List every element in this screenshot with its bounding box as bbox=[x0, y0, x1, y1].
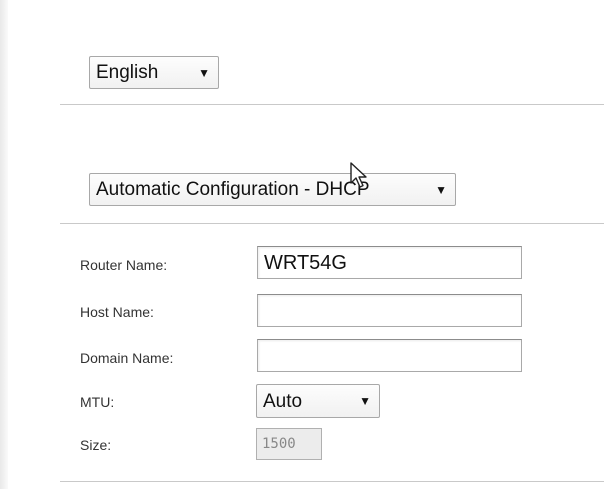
host-name-input[interactable] bbox=[257, 294, 522, 327]
router-name-input[interactable]: WRT54G bbox=[257, 246, 522, 279]
section-divider bbox=[60, 104, 604, 105]
mtu-select[interactable]: Auto ▼ bbox=[256, 384, 380, 418]
chevron-down-icon: ▼ bbox=[198, 65, 210, 80]
window-edge bbox=[0, 0, 8, 489]
section-divider bbox=[60, 481, 604, 482]
chevron-down-icon: ▼ bbox=[359, 394, 371, 408]
connection-type-value: Automatic Configuration - DHCP bbox=[96, 179, 370, 200]
language-select-value: English bbox=[96, 62, 159, 83]
size-label: Size: bbox=[80, 437, 112, 453]
mouse-pointer-icon bbox=[350, 162, 367, 188]
size-input: 1500 bbox=[256, 428, 322, 460]
mtu-label: MTU: bbox=[80, 394, 115, 410]
domain-name-label: Domain Name: bbox=[80, 350, 174, 366]
chevron-down-icon: ▼ bbox=[435, 182, 447, 197]
host-name-label: Host Name: bbox=[80, 304, 154, 320]
mtu-select-value: Auto bbox=[263, 390, 303, 412]
domain-name-input[interactable] bbox=[257, 339, 522, 372]
router-name-label: Router Name: bbox=[80, 257, 168, 273]
language-select[interactable]: English ▼ bbox=[89, 56, 219, 89]
section-divider bbox=[60, 223, 604, 224]
connection-type-select[interactable]: Automatic Configuration - DHCP ▼ bbox=[89, 173, 456, 206]
